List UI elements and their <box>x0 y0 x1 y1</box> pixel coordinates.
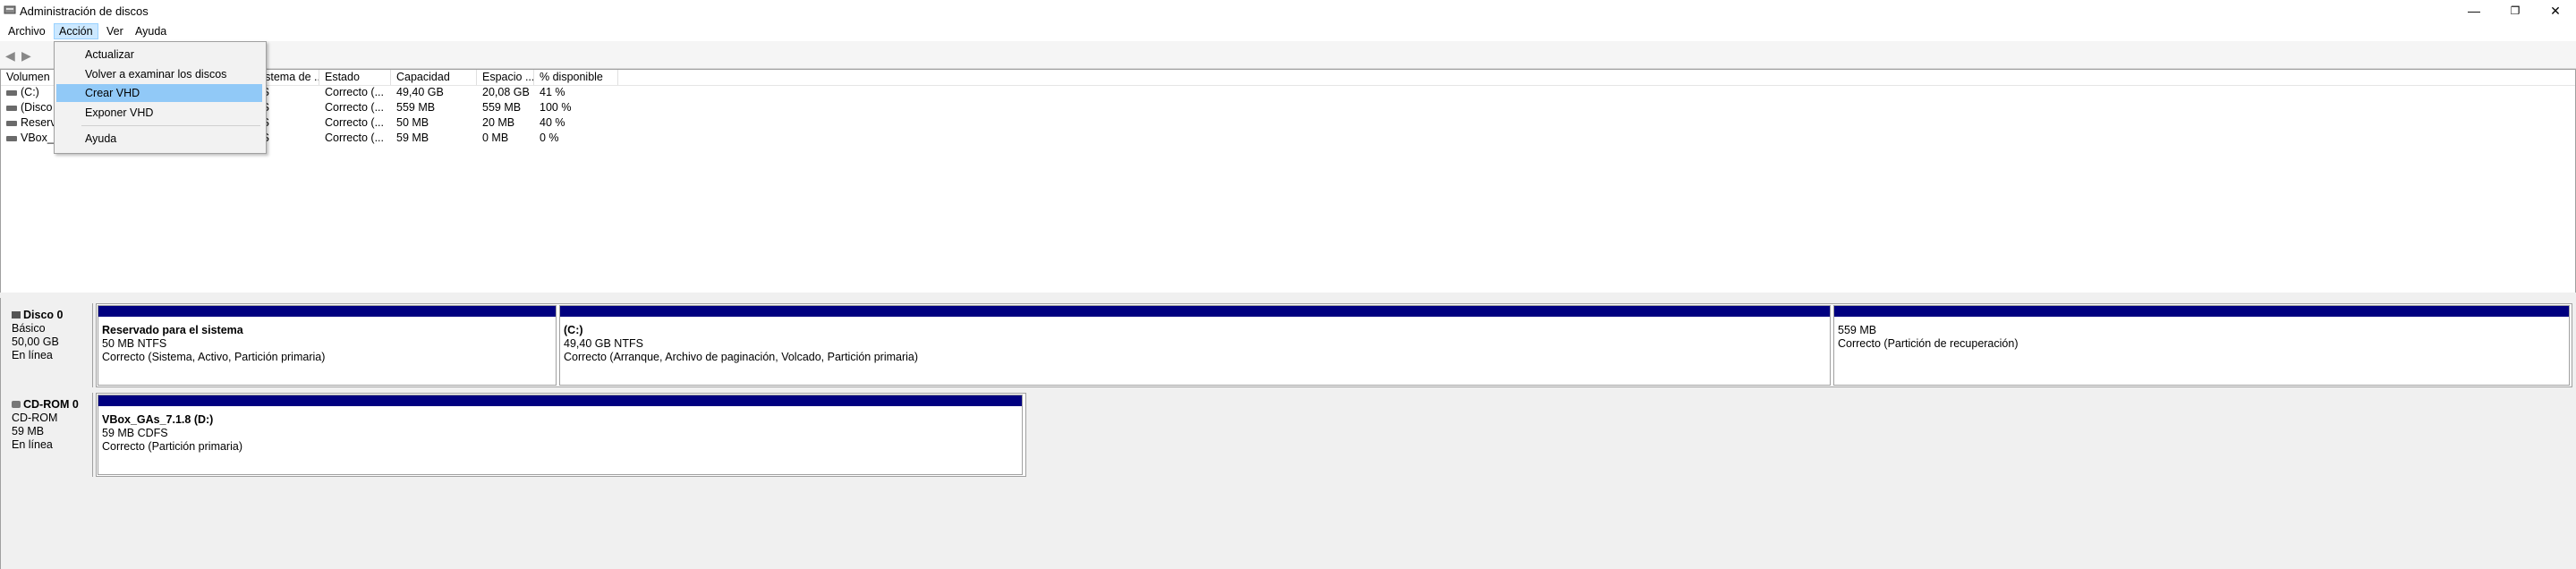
cell-status: Correcto (... <box>325 116 384 129</box>
partition-size: 49,40 GB NTFS <box>564 337 643 350</box>
menu-item-attach-vhd[interactable]: Exponer VHD <box>56 104 262 122</box>
partition-status: Correcto (Partición de recuperación) <box>1838 337 2019 350</box>
disk-graphical-view: Disco 0 Básico 50,00 GB En línea Reserva… <box>0 298 2575 569</box>
cell-status: Correcto (... <box>325 101 384 114</box>
restore-button[interactable]: ❐ <box>2495 0 2536 21</box>
cell-status: Correcto (... <box>325 86 384 98</box>
restore-icon: ❐ <box>2510 4 2521 17</box>
cell-percent-free: 100 % <box>540 101 572 114</box>
disk-management-icon <box>4 5 16 14</box>
cell-percent-free: 0 % <box>540 132 559 144</box>
disk-size: 50,00 GB <box>12 335 59 348</box>
disk-name: Disco 0 <box>23 309 64 321</box>
menu-archivo[interactable]: Archivo <box>4 24 50 38</box>
volume-icon <box>6 135 17 141</box>
cell-volume: (Disco ... <box>1 100 55 115</box>
menu-accion[interactable]: Acción <box>54 23 98 39</box>
action-menu-dropdown: Actualizar Volver a examinar los discos … <box>54 41 267 154</box>
partition-size: 59 MB CDFS <box>102 427 168 439</box>
cell-capacity: 59 MB <box>396 132 429 144</box>
disk-type: CD-ROM <box>12 412 58 424</box>
menu-ver[interactable]: Ver <box>102 24 128 38</box>
forward-arrow-icon[interactable]: ▶ <box>21 48 31 64</box>
cell-capacity: 559 MB <box>396 101 436 114</box>
menu-item-ayuda[interactable]: Ayuda <box>56 130 262 148</box>
cell-capacity: 50 MB <box>396 116 429 129</box>
column-header-capacity[interactable]: Capacidad <box>391 70 477 85</box>
table-row[interactable]: (Disco ... FS Correcto (... 559 MB 559 M… <box>1 100 2575 115</box>
toolbar: ◀ ▶ <box>0 41 2576 69</box>
cell-free-space: 0 MB <box>482 132 509 144</box>
volume-list: Volumen Sistema de ... Estado Capacidad … <box>0 69 2576 294</box>
partition-bar <box>98 306 556 317</box>
partition-size: 559 MB <box>1838 324 1877 336</box>
partition-recovery[interactable]: 559 MB Correcto (Partición de recuperaci… <box>1833 305 2570 386</box>
partition-name: Reservado para el sistema <box>102 324 243 336</box>
partition-size: 50 MB NTFS <box>102 337 167 350</box>
volume-icon <box>6 120 17 126</box>
disk-name: CD-ROM 0 <box>23 398 79 411</box>
partition-status: Correcto (Arranque, Archivo de paginació… <box>564 351 919 363</box>
cell-percent-free: 41 % <box>540 86 565 98</box>
menu-item-actualizar[interactable]: Actualizar <box>56 46 262 64</box>
table-row[interactable]: Reserva... FS Correcto (... 50 MB 20 MB … <box>1 115 2575 131</box>
cell-percent-free: 40 % <box>540 116 565 129</box>
cell-free-space: 559 MB <box>482 101 522 114</box>
table-row[interactable]: (C:) FS Correcto (... 49,40 GB 20,08 GB … <box>1 85 2575 100</box>
table-row[interactable]: VBox_G... FS Correcto (... 59 MB 0 MB 0 … <box>1 131 2575 146</box>
close-button[interactable]: ✕ <box>2535 0 2576 21</box>
column-header-free-space[interactable]: Espacio ... <box>477 70 534 85</box>
disk-0-label[interactable]: Disco 0 Básico 50,00 GB En línea <box>4 303 93 387</box>
disk-icon <box>12 311 21 318</box>
cell-volume: (C:) <box>1 85 55 100</box>
partition-bar <box>1834 306 2569 317</box>
partition-status: Correcto (Partición primaria) <box>102 440 242 453</box>
column-header-percent-free[interactable]: % disponible <box>534 70 618 85</box>
cell-free-space: 20 MB <box>482 116 515 129</box>
menu-item-create-vhd[interactable]: Crear VHD <box>56 84 262 102</box>
disk-size: 59 MB <box>12 425 45 437</box>
cdrom-icon <box>12 401 21 408</box>
minimize-button[interactable]: — <box>2453 0 2495 21</box>
window-title: Administración de discos <box>20 4 149 18</box>
partition-d[interactable]: VBox_GAs_7.1.8 (D:) 59 MB CDFS Correcto … <box>98 395 1023 475</box>
disk-type: Básico <box>12 322 46 335</box>
title-bar: Administración de discos — ❐ ✕ <box>0 0 2576 21</box>
partition-bar <box>98 395 1022 406</box>
disk-state: En línea <box>12 438 53 451</box>
disk-0-partitions: Reservado para el sistema 50 MB NTFS Cor… <box>96 303 2572 387</box>
partition-bar <box>560 306 1830 317</box>
menu-ayuda[interactable]: Ayuda <box>131 24 171 38</box>
cell-volume: Reserva... <box>1 115 55 131</box>
minimize-icon: — <box>2468 4 2480 18</box>
menu-item-rescan-disks[interactable]: Volver a examinar los discos <box>56 65 262 83</box>
close-icon: ✕ <box>2550 3 2561 18</box>
back-arrow-icon[interactable]: ◀ <box>5 48 15 64</box>
volume-icon <box>6 105 17 111</box>
cdrom-0-partitions: VBox_GAs_7.1.8 (D:) 59 MB CDFS Correcto … <box>96 393 1026 477</box>
column-header-status[interactable]: Estado <box>319 70 391 85</box>
cell-capacity: 49,40 GB <box>396 86 444 98</box>
cell-free-space: 20,08 GB <box>482 86 530 98</box>
partition-name: VBox_GAs_7.1.8 (D:) <box>102 413 214 426</box>
volume-list-header: Volumen Sistema de ... Estado Capacidad … <box>1 70 2575 86</box>
partition-name: (C:) <box>564 324 583 336</box>
disk-state: En línea <box>12 349 53 361</box>
partition-system-reserved[interactable]: Reservado para el sistema 50 MB NTFS Cor… <box>98 305 557 386</box>
column-header-volume[interactable]: Volumen <box>1 70 55 85</box>
cdrom-0-label[interactable]: CD-ROM 0 CD-ROM 59 MB En línea <box>4 393 93 477</box>
menu-bar: Archivo Acción Ver Ayuda <box>0 21 2576 41</box>
cell-volume: VBox_G... <box>1 131 55 146</box>
partition-c[interactable]: (C:) 49,40 GB NTFS Correcto (Arranque, A… <box>559 305 1831 386</box>
menu-separator <box>81 125 260 126</box>
partition-status: Correcto (Sistema, Activo, Partición pri… <box>102 351 326 363</box>
volume-icon <box>6 89 17 96</box>
cell-status: Correcto (... <box>325 132 384 144</box>
